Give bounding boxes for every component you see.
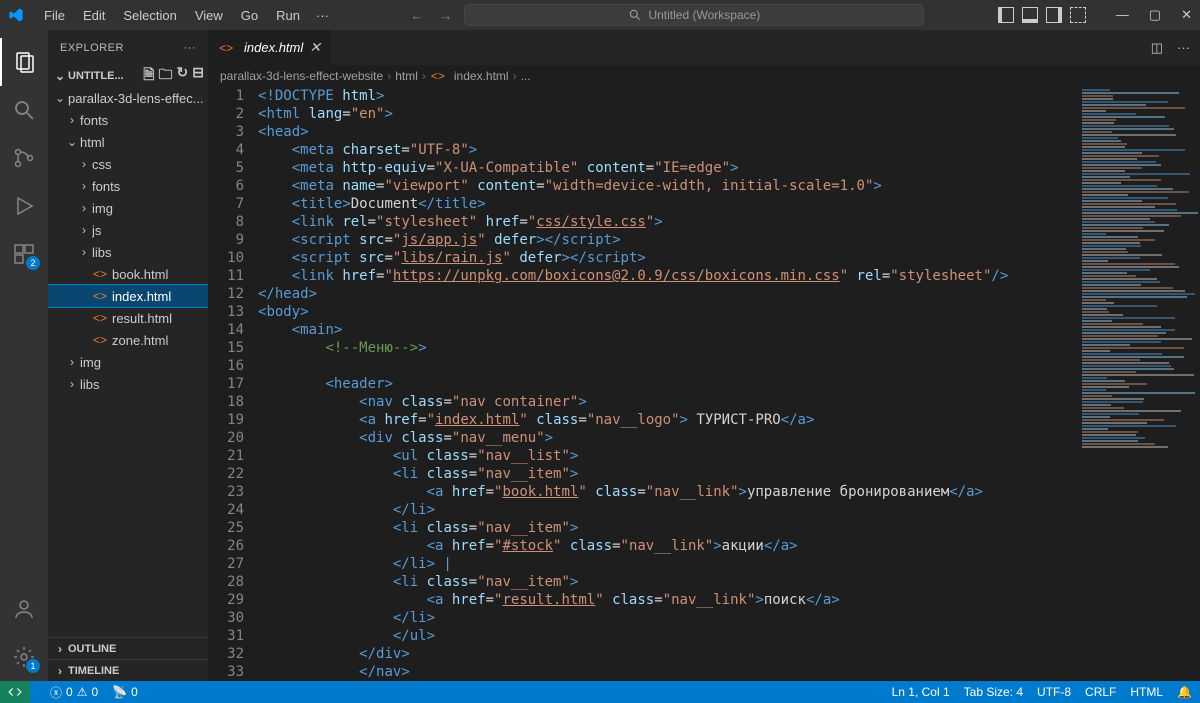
settings-badge: 1 <box>26 659 40 673</box>
status-eol[interactable]: CRLF <box>1085 685 1116 699</box>
toggle-panel-icon[interactable] <box>1022 7 1038 23</box>
tree-item-libs[interactable]: ›libs <box>48 373 208 395</box>
collapse-icon[interactable]: ⊟ <box>192 64 204 88</box>
statusbar: ⓧ0 ⚠0 📡0 Ln 1, Col 1 Tab Size: 4 UTF-8 C… <box>0 681 1200 703</box>
split-editor-icon[interactable]: ◫ <box>1151 40 1163 56</box>
layout-controls[interactable] <box>998 7 1086 23</box>
status-encoding[interactable]: UTF-8 <box>1037 685 1071 699</box>
refresh-icon[interactable]: ↻ <box>177 64 189 88</box>
file-tree[interactable]: ⌄parallax-3d-lens-effec...›fonts⌄html›cs… <box>48 87 208 637</box>
tree-item-img[interactable]: ›img <box>48 351 208 373</box>
activity-extensions[interactable]: 2 <box>0 230 48 278</box>
menu-file[interactable]: File <box>36 4 73 27</box>
menu-run[interactable]: Run <box>268 4 308 27</box>
menu-bar: FileEditSelectionViewGoRun <box>36 4 308 27</box>
command-center-label: Untitled (Workspace) <box>648 8 760 22</box>
breadcrumb-segment[interactable]: index.html <box>454 69 509 83</box>
code-content[interactable]: <!DOCTYPE html><html lang="en"><head> <m… <box>258 87 1080 681</box>
remote-button[interactable] <box>0 681 30 703</box>
vscode-logo-icon <box>8 7 24 23</box>
search-icon <box>628 8 642 22</box>
breadcrumb-segment[interactable]: parallax-3d-lens-effect-website <box>220 69 383 83</box>
tree-item-html[interactable]: ⌄html <box>48 131 208 153</box>
tree-item-img[interactable]: ›img <box>48 197 208 219</box>
tab-index-html[interactable]: <> index.html ✕ <box>208 30 332 65</box>
workspace-name: UNTITLE... <box>68 70 124 82</box>
tree-item-fonts[interactable]: ›fonts <box>48 175 208 197</box>
tree-item-index-html[interactable]: <>index.html <box>48 285 208 307</box>
activity-accounts[interactable] <box>0 585 48 633</box>
status-language[interactable]: HTML <box>1130 685 1163 699</box>
tree-item-css[interactable]: ›css <box>48 153 208 175</box>
menu-edit[interactable]: Edit <box>75 4 113 27</box>
activity-search[interactable] <box>0 86 48 134</box>
new-file-icon[interactable]: 🗎 <box>143 64 154 88</box>
command-center[interactable]: Untitled (Workspace) <box>464 4 924 26</box>
tree-item-zone-html[interactable]: <>zone.html <box>48 329 208 351</box>
workspace-header[interactable]: ⌄ UNTITLE... 🗎 🗀 ↻ ⊟ <box>48 65 208 87</box>
customize-layout-icon[interactable] <box>1070 7 1086 23</box>
window-minimize-icon[interactable]: — <box>1116 7 1129 23</box>
window-maximize-icon[interactable]: ▢ <box>1149 7 1161 23</box>
extensions-badge: 2 <box>26 256 40 270</box>
code-editor[interactable]: 1234567891011121314151617181920212223242… <box>208 87 1200 681</box>
tree-item-libs[interactable]: ›libs <box>48 241 208 263</box>
nav-forward-icon[interactable]: → <box>439 8 452 23</box>
sidebar-more-icon[interactable]: ··· <box>184 42 197 54</box>
window-close-icon[interactable]: ✕ <box>1181 7 1192 23</box>
editor-tabs: <> index.html ✕ ◫ ··· <box>208 30 1200 65</box>
breadcrumb-segment[interactable]: ... <box>521 69 531 83</box>
menu-view[interactable]: View <box>187 4 231 27</box>
titlebar: FileEditSelectionViewGoRun ··· ← → Untit… <box>0 0 1200 30</box>
close-tab-icon[interactable]: ✕ <box>309 39 321 56</box>
menu-more[interactable]: ··· <box>308 4 337 27</box>
toggle-secondary-sidebar-icon[interactable] <box>1046 7 1062 23</box>
sidebar: EXPLORER ··· ⌄ UNTITLE... 🗎 🗀 ↻ ⊟ ⌄paral… <box>48 30 208 681</box>
status-problems[interactable]: ⓧ0 ⚠0 <box>50 684 98 701</box>
notifications-icon[interactable]: 🔔 <box>1177 685 1192 699</box>
line-numbers: 1234567891011121314151617181920212223242… <box>208 87 258 681</box>
more-actions-icon[interactable]: ··· <box>1177 40 1190 55</box>
tree-item-parallax-3d-lens-effec---[interactable]: ⌄parallax-3d-lens-effec... <box>48 87 208 109</box>
tree-item-result-html[interactable]: <>result.html <box>48 307 208 329</box>
tab-label: index.html <box>244 40 303 55</box>
breadcrumbs[interactable]: parallax-3d-lens-effect-website›html›<>i… <box>208 65 1200 87</box>
chevron-down-icon: ⌄ <box>52 69 68 83</box>
nav-back-icon[interactable]: ← <box>410 8 423 23</box>
menu-selection[interactable]: Selection <box>115 4 184 27</box>
sidebar-title: EXPLORER <box>60 42 124 54</box>
new-folder-icon[interactable]: 🗀 <box>159 64 173 88</box>
minimap[interactable] <box>1080 87 1200 681</box>
tree-item-js[interactable]: ›js <box>48 219 208 241</box>
activity-bar: 2 1 <box>0 30 48 681</box>
activity-source-control[interactable] <box>0 134 48 182</box>
activity-explorer[interactable] <box>0 38 48 86</box>
html-file-icon: <> <box>218 41 234 55</box>
tree-item-fonts[interactable]: ›fonts <box>48 109 208 131</box>
status-tabsize[interactable]: Tab Size: 4 <box>964 685 1023 699</box>
activity-run-debug[interactable] <box>0 182 48 230</box>
status-ports[interactable]: 📡0 <box>112 685 138 699</box>
menu-go[interactable]: Go <box>233 4 266 27</box>
activity-settings[interactable]: 1 <box>0 633 48 681</box>
breadcrumb-segment[interactable]: html <box>395 69 418 83</box>
editor-area: <> index.html ✕ ◫ ··· parallax-3d-lens-e… <box>208 30 1200 681</box>
outline-section[interactable]: ›OUTLINE <box>48 637 208 659</box>
tree-item-book-html[interactable]: <>book.html <box>48 263 208 285</box>
timeline-section[interactable]: ›TIMELINE <box>48 659 208 681</box>
toggle-primary-sidebar-icon[interactable] <box>998 7 1014 23</box>
status-cursor[interactable]: Ln 1, Col 1 <box>892 685 950 699</box>
